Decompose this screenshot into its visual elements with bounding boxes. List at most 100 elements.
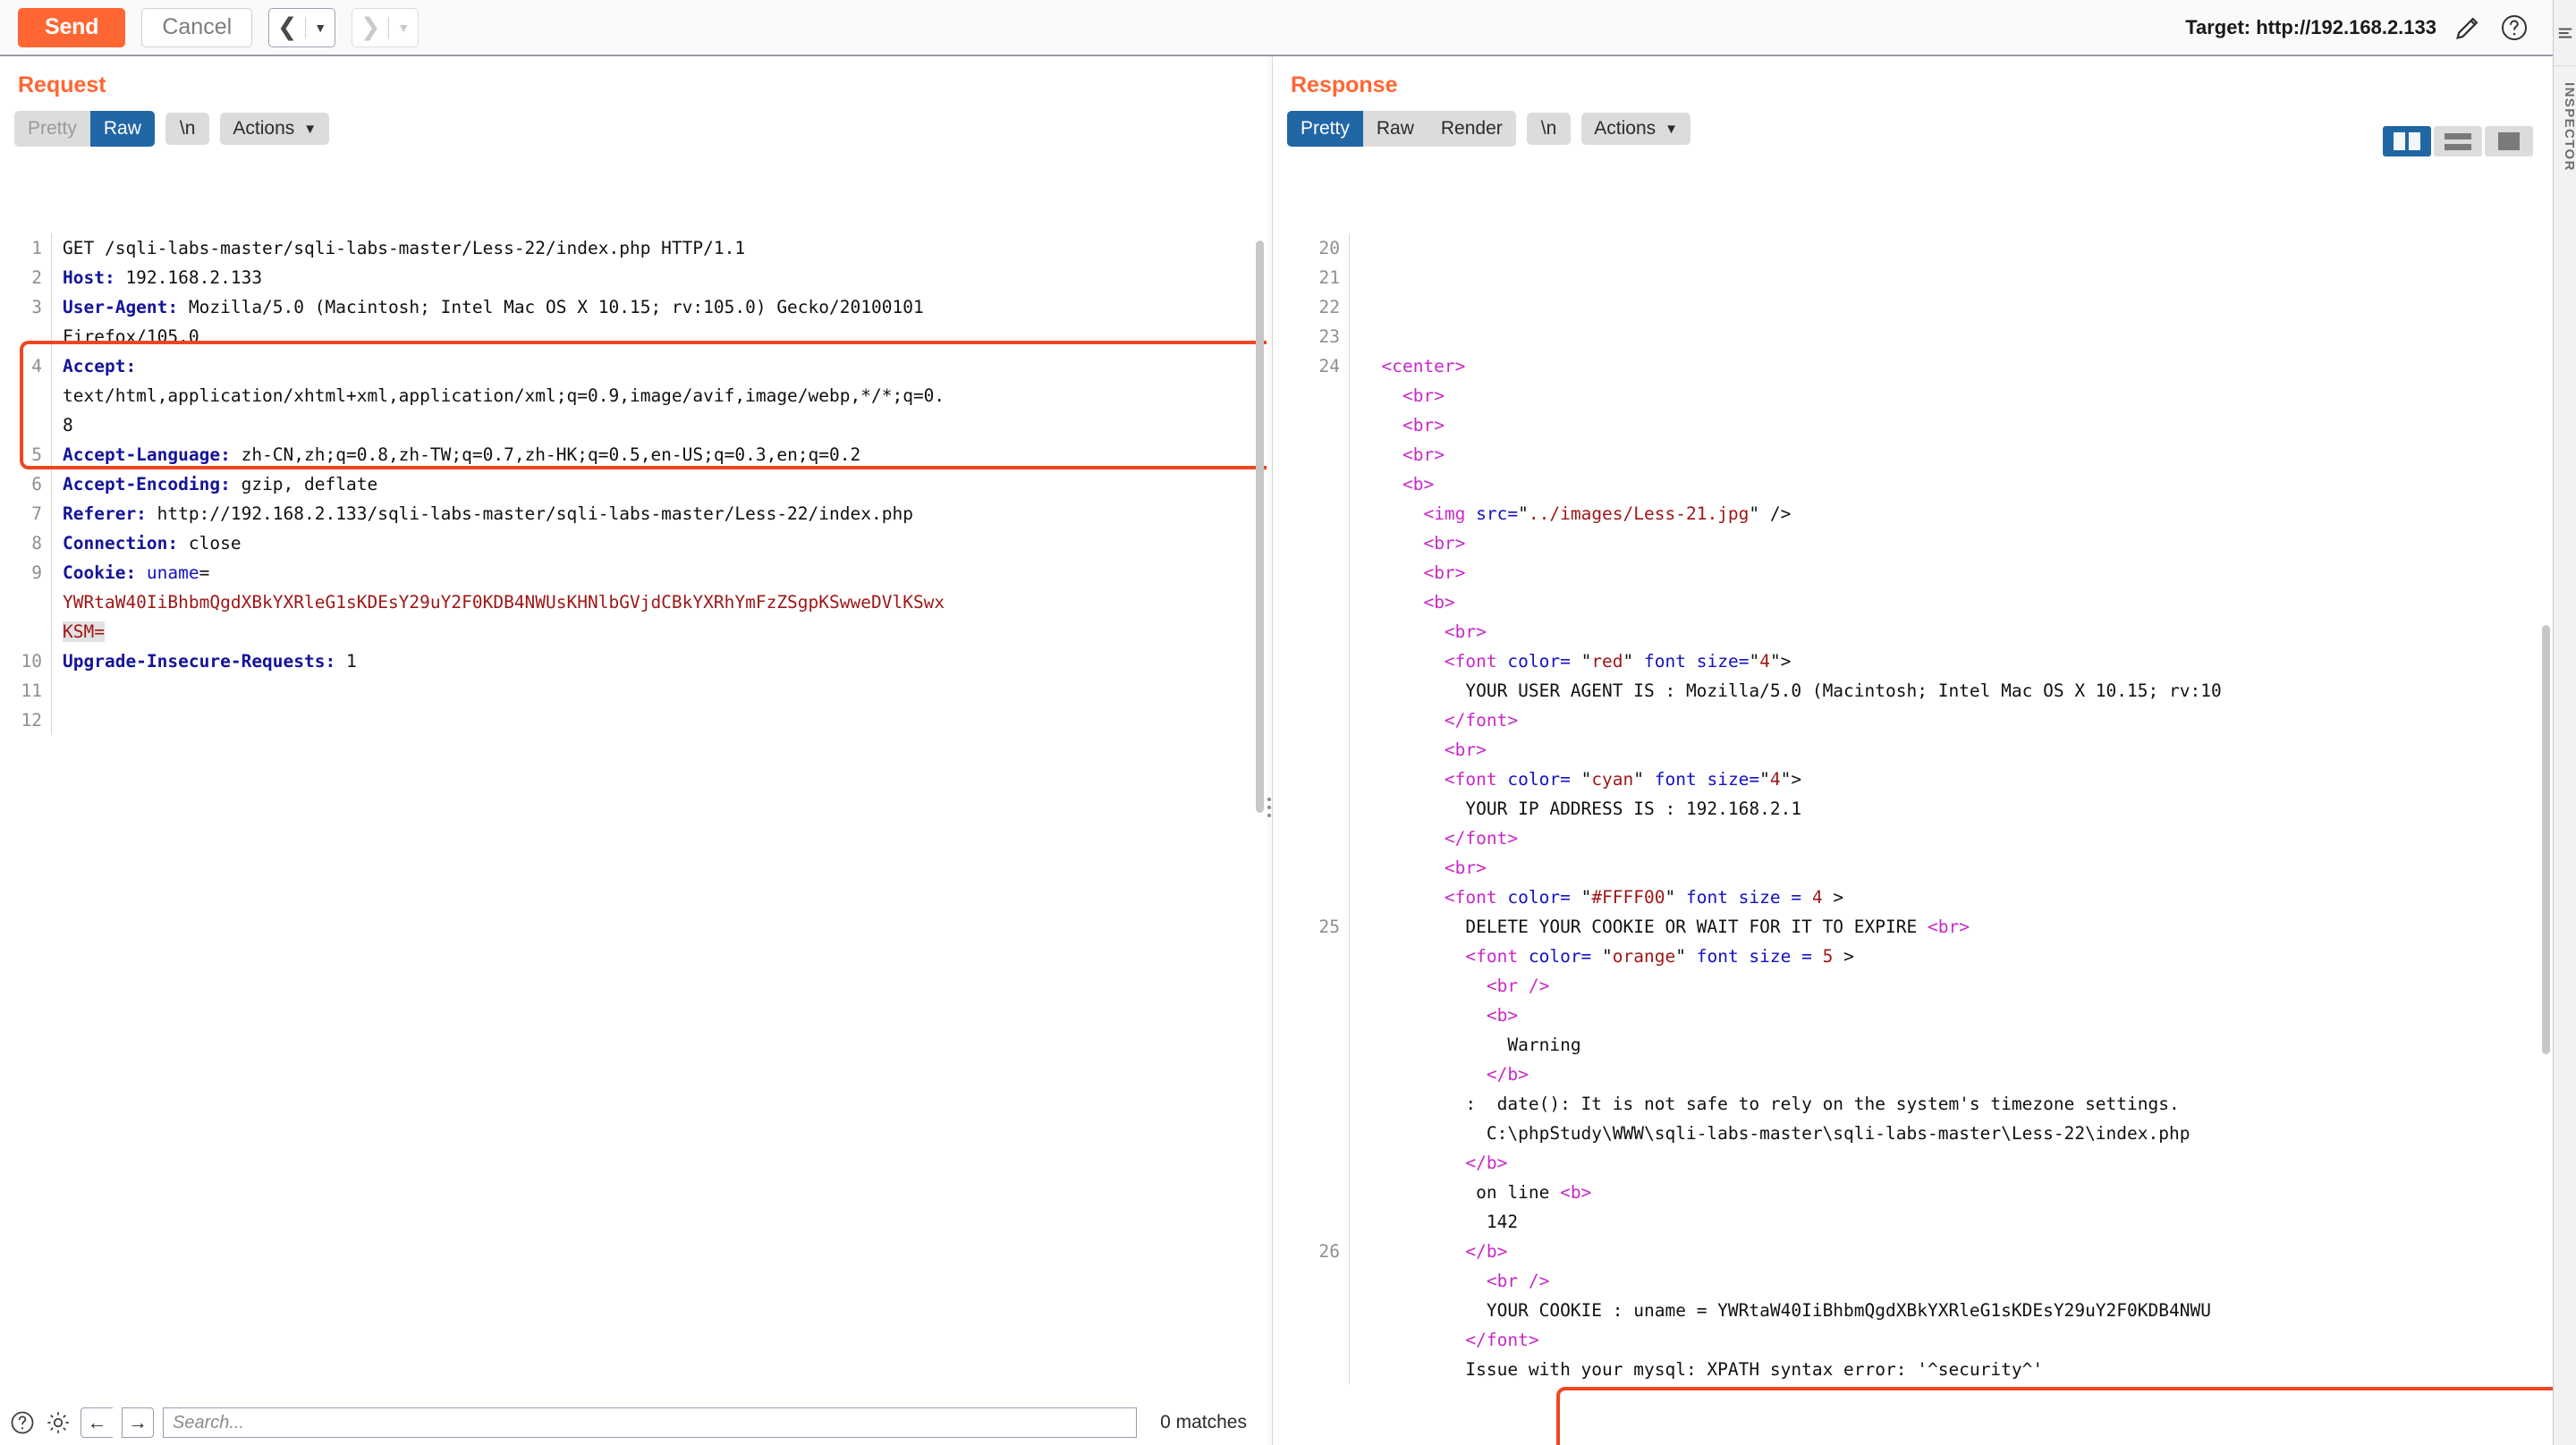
code-line[interactable]: YWRtaW40IiBhbmQgdXBkYXRleG1sKDEsY29uY2F0… — [63, 587, 1267, 617]
code-line[interactable]: <br> — [1360, 528, 2553, 558]
code-line[interactable]: Host: 192.168.2.133 — [63, 263, 1267, 292]
code-line[interactable]: GET /sqli-labs-master/sqli-labs-master/L… — [63, 233, 1267, 263]
chevron-right-icon[interactable]: ❯ — [352, 9, 388, 46]
split-vertical-icon[interactable] — [2383, 126, 2431, 156]
newline-toggle[interactable]: \n — [165, 113, 210, 146]
line-number: 12 — [21, 710, 42, 731]
code-line[interactable]: <font color= "orange" font size = 5 > — [1360, 942, 2553, 971]
send-button[interactable]: Send — [18, 7, 126, 47]
cookie-value[interactable]: YWRtaW40IiBhbmQgdXBkYXRleG1sKDEsY29uY2F0… — [63, 592, 945, 613]
chevron-left-icon[interactable]: ❮ — [269, 9, 305, 46]
response-actions-menu[interactable]: Actions ▼ — [1581, 113, 1691, 146]
tab-render[interactable]: Render — [1428, 111, 1516, 147]
gear-icon[interactable] — [45, 1409, 72, 1436]
code-line[interactable]: <center> — [1360, 351, 2553, 381]
code-line[interactable]: <br> — [1360, 410, 2553, 440]
code-line[interactable]: <b> — [1360, 587, 2553, 617]
code-line[interactable]: text/html,application/xhtml+xml,applicat… — [63, 381, 1267, 410]
code-line[interactable]: C:\phpStudy\WWW\sqli-labs-master\sqli-la… — [1360, 1119, 2553, 1148]
line-number — [1273, 1001, 1340, 1030]
response-lines[interactable]: <center> <br> <br> <br> <b> <img src="..… — [1350, 233, 2553, 1384]
code-line[interactable] — [1360, 263, 2553, 292]
request-actions-menu[interactable]: Actions ▼ — [220, 113, 330, 146]
code-line[interactable]: <br> — [1360, 853, 2553, 883]
response-vertical-scrollbar[interactable] — [2542, 241, 2550, 1394]
code-line[interactable]: Cookie: uname= — [63, 558, 1267, 587]
code-line[interactable]: <font color= "cyan" font size="4"> — [1360, 765, 2553, 794]
chevron-down-icon[interactable]: ▼ — [389, 9, 418, 46]
code-line[interactable]: <br> — [1360, 440, 2553, 469]
code-line[interactable]: <font color= "red" font size="4"> — [1360, 646, 2553, 676]
html-attribute: color= — [1507, 651, 1571, 672]
code-line[interactable]: </font> — [1360, 1325, 2553, 1355]
code-line[interactable]: YOUR USER AGENT IS : Mozilla/5.0 (Macint… — [1360, 676, 2553, 706]
line-number — [1273, 1207, 1340, 1237]
code-line[interactable]: on line <b> — [1360, 1178, 2553, 1207]
cookie-value[interactable]: KSM= — [63, 621, 105, 642]
history-forward-group[interactable]: ❯ ▼ — [352, 7, 419, 47]
code-line[interactable]: Connection: close — [63, 528, 1267, 558]
code-line[interactable]: User-Agent: Mozilla/5.0 (Macintosh; Inte… — [63, 292, 1267, 322]
code-line[interactable] — [63, 676, 1267, 706]
actions-label: Actions — [233, 118, 295, 139]
code-line[interactable]: Accept: — [63, 351, 1267, 381]
code-line[interactable]: <img src="../images/Less-21.jpg" /> — [1360, 499, 2553, 528]
tab-raw[interactable]: Raw — [1363, 111, 1428, 147]
code-line[interactable]: <br /> — [1360, 1266, 2553, 1296]
cancel-button[interactable]: Cancel — [141, 7, 253, 47]
code-line[interactable]: <br> — [1360, 617, 2553, 646]
code-line[interactable]: <br /> — [1360, 971, 2553, 1001]
question-circle-icon[interactable] — [9, 1409, 36, 1436]
code-line[interactable] — [1360, 322, 2553, 351]
split-horizontal-icon[interactable] — [2434, 126, 2482, 156]
code-line[interactable]: <br> — [1360, 381, 2553, 410]
code-line[interactable]: Issue with your mysql: XPATH syntax erro… — [1360, 1355, 2553, 1384]
search-next-button[interactable]: → — [122, 1407, 154, 1438]
newline-toggle[interactable]: \n — [1526, 113, 1572, 146]
code-line[interactable] — [1360, 292, 2553, 322]
tab-pretty[interactable]: Pretty — [1287, 111, 1363, 148]
code-line[interactable]: Referer: http://192.168.2.133/sqli-labs-… — [63, 499, 1267, 528]
code-line[interactable]: : date(): It is not safe to rely on the … — [1360, 1089, 2553, 1119]
pencil-icon[interactable] — [2453, 13, 2483, 43]
panel-toggle-icon[interactable] — [2554, 0, 2576, 66]
code-line[interactable]: Upgrade-Insecure-Requests: 1 — [63, 646, 1267, 676]
code-line[interactable]: <br> — [1360, 735, 2553, 765]
tab-pretty[interactable]: Pretty — [14, 111, 90, 147]
response-editor[interactable]: 20 21 22 23 24 25 26 <center> <br> <br> <br> <… — [1273, 233, 2553, 1400]
code-line[interactable]: <br> — [1360, 558, 2553, 587]
code-line[interactable]: Warning — [1360, 1030, 2553, 1060]
code-line[interactable]: <b> — [1360, 469, 2553, 499]
code-line[interactable]: YOUR COOKIE : uname = YWRtaW40IiBhbmQgdX… — [1360, 1296, 2553, 1325]
code-line[interactable]: </b> — [1360, 1060, 2553, 1089]
html-tag: <font — [1444, 769, 1508, 790]
question-circle-icon[interactable] — [2499, 13, 2529, 43]
code-line[interactable]: KSM= — [63, 617, 1267, 646]
code-line[interactable]: Accept-Language: zh-CN,zh;q=0.8,zh-TW;q=… — [63, 440, 1267, 469]
code-line[interactable]: 142 — [1360, 1207, 2553, 1237]
code-line[interactable]: </b> — [1360, 1148, 2553, 1178]
code-line[interactable] — [63, 706, 1267, 735]
code-line[interactable]: DELETE YOUR COOKIE OR WAIT FOR IT TO EXP… — [1360, 912, 2553, 942]
request-lines[interactable]: GET /sqli-labs-master/sqli-labs-master/L… — [52, 233, 1267, 735]
code-line[interactable]: Accept-Encoding: gzip, deflate — [63, 469, 1267, 499]
line-number — [1273, 1148, 1340, 1178]
code-line[interactable]: </b> — [1360, 1237, 2553, 1266]
code-line[interactable]: Firefox/105.0 — [63, 322, 1267, 351]
tab-raw[interactable]: Raw — [89, 111, 155, 148]
chevron-down-icon[interactable]: ▼ — [306, 9, 335, 46]
history-back-group[interactable]: ❮ ▼ — [268, 7, 336, 47]
request-search-input[interactable] — [163, 1407, 1138, 1438]
single-pane-icon[interactable] — [2485, 126, 2533, 156]
code-text: text/html,application/xhtml+xml,applicat… — [63, 385, 945, 406]
code-line[interactable]: 8 — [63, 410, 1267, 440]
search-prev-button[interactable]: ← — [80, 1407, 113, 1438]
code-line[interactable]: <font color= "#FFFF00" font size = 4 > — [1360, 883, 2553, 912]
code-line[interactable]: </font> — [1360, 824, 2553, 853]
code-line[interactable]: YOUR IP ADDRESS IS : 192.168.2.1 — [1360, 794, 2553, 824]
code-line[interactable] — [1360, 233, 2553, 263]
code-line[interactable]: </font> — [1360, 706, 2553, 735]
request-editor[interactable]: 1 2 3 4 5 6 7 8 9 10 11 12 GET /sqli-labs-master/sq… — [0, 233, 1267, 1400]
code-text: " — [1665, 887, 1686, 908]
code-line[interactable]: <b> — [1360, 1001, 2553, 1030]
